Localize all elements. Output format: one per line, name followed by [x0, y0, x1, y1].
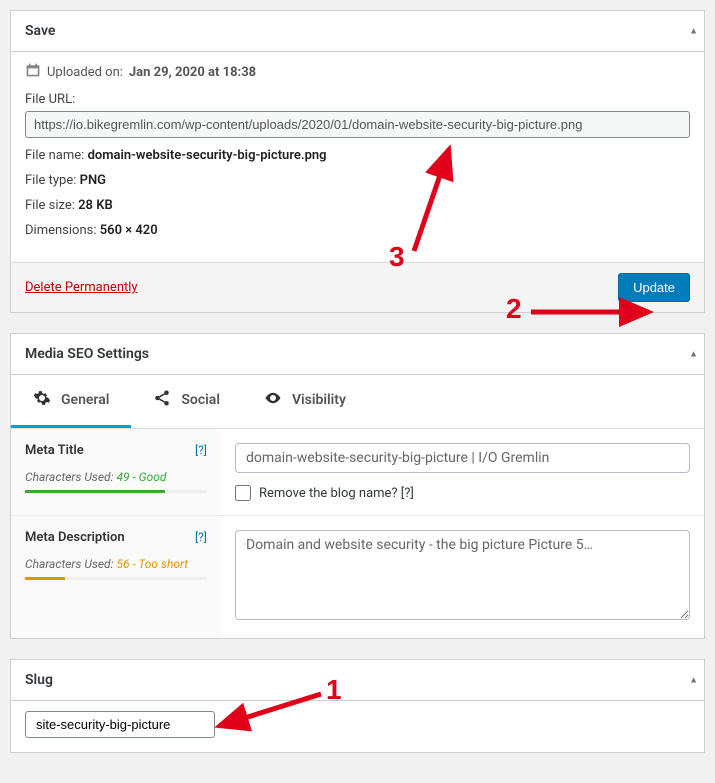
seo-tabs: General Social Visibility: [11, 375, 704, 429]
tab-general[interactable]: General: [11, 375, 131, 428]
file-url-input[interactable]: [25, 111, 690, 138]
meta-title-progress: [25, 490, 207, 493]
file-size-label: File size:: [25, 198, 75, 213]
seo-panel: Media SEO Settings ▲ General Social Visi…: [10, 333, 705, 639]
slug-input[interactable]: [25, 711, 215, 738]
meta-desc-label: Meta Description: [25, 530, 125, 545]
file-name-value: domain-website-security-big-picture.png: [88, 148, 327, 163]
meta-title-row: Meta Title [?] Characters Used: 49 - Goo…: [11, 429, 704, 516]
slug-panel-title: Slug: [25, 672, 53, 688]
meta-description-row: Meta Description [?] Characters Used: 56…: [11, 516, 704, 638]
save-panel-title: Save: [25, 23, 55, 39]
meta-title-chars-value: 49 - Good: [116, 470, 166, 484]
meta-desc-progress: [25, 577, 207, 580]
tab-social[interactable]: Social: [131, 375, 242, 428]
file-size-value: 28 KB: [78, 198, 113, 213]
remove-blog-name-label: Remove the blog name? [?]: [259, 486, 414, 501]
dimensions-value: 560 × 420: [100, 223, 158, 238]
file-name-label: File name:: [25, 148, 84, 163]
meta-desc-chars-value: 56 - Too short: [116, 557, 188, 571]
tab-social-label: Social: [181, 392, 220, 408]
tab-visibility-label: Visibility: [292, 392, 346, 408]
save-panel-header[interactable]: Save ▲: [11, 11, 704, 52]
file-type-label: File type:: [25, 173, 76, 188]
seo-panel-header[interactable]: Media SEO Settings ▲: [11, 334, 704, 375]
delete-permanently-link[interactable]: Delete Permanently: [25, 280, 138, 295]
collapse-icon[interactable]: ▲: [689, 349, 698, 360]
meta-title-input[interactable]: [235, 443, 690, 473]
seo-panel-title: Media SEO Settings: [25, 346, 149, 362]
eye-icon: [264, 389, 282, 411]
gear-icon: [33, 389, 51, 411]
collapse-icon[interactable]: ▲: [689, 26, 698, 37]
meta-title-chars-label: Characters Used:: [25, 470, 114, 484]
tab-visibility[interactable]: Visibility: [242, 375, 368, 428]
share-icon: [153, 389, 171, 411]
save-panel: Save ▲ Uploaded on: Jan 29, 2020 at 18:3…: [10, 10, 705, 313]
collapse-icon[interactable]: ▲: [689, 675, 698, 686]
remove-blog-name-checkbox[interactable]: [235, 485, 251, 501]
dimensions-label: Dimensions:: [25, 223, 97, 238]
uploaded-value: Jan 29, 2020 at 18:38: [129, 65, 256, 80]
tab-general-label: General: [61, 392, 109, 408]
slug-panel: Slug ▲ 1: [10, 659, 705, 753]
calendar-icon: [25, 62, 41, 82]
meta-desc-chars-label: Characters Used:: [25, 557, 114, 571]
meta-desc-help-icon[interactable]: [?]: [195, 530, 207, 544]
update-button[interactable]: Update: [618, 273, 690, 302]
meta-title-help-icon[interactable]: [?]: [195, 443, 207, 457]
uploaded-label: Uploaded on:: [47, 65, 123, 80]
slug-panel-header[interactable]: Slug ▲: [11, 660, 704, 701]
file-type-value: PNG: [80, 173, 106, 188]
file-url-label: File URL:: [25, 92, 75, 107]
save-actions: Delete Permanently Update: [11, 262, 704, 312]
save-panel-body: Uploaded on: Jan 29, 2020 at 18:38 File …: [11, 52, 704, 262]
meta-desc-textarea[interactable]: [235, 530, 690, 620]
meta-title-label: Meta Title: [25, 443, 84, 458]
